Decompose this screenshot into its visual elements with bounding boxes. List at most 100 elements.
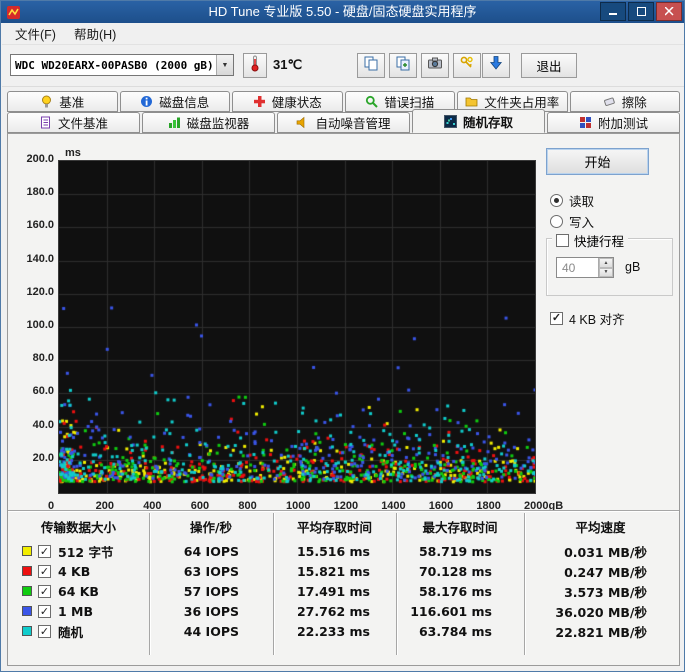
tab-label: 自动噪音管理 bbox=[315, 117, 391, 131]
y-axis-tick: 60.0 bbox=[32, 385, 54, 398]
series-color-swatch bbox=[22, 566, 32, 576]
app-icon bbox=[6, 5, 21, 20]
menu-bar: 文件(F) 帮助(H) bbox=[2, 21, 684, 46]
table-row: ✓ 随机 44 IOPS 22.233 ms 63.784 ms 22.821 MB/秒 bbox=[8, 621, 679, 641]
series-checkbox[interactable]: ✓ bbox=[38, 624, 51, 638]
iops-cell: 63 IOPS bbox=[183, 563, 239, 579]
short-stroke-checkbox[interactable]: 快捷行程 bbox=[552, 231, 629, 250]
series-label: 4 KB bbox=[58, 563, 91, 579]
update-button[interactable] bbox=[482, 53, 510, 78]
avg-access-cell: 27.762 ms bbox=[296, 603, 370, 619]
y-axis-tick: 180.0 bbox=[26, 186, 54, 199]
aam-icon bbox=[296, 116, 309, 129]
toolbar-buttons bbox=[357, 53, 481, 78]
y-axis-tick: 120.0 bbox=[26, 285, 54, 298]
short-stroke-group: 快捷行程 40 ▲ ▼ gB bbox=[546, 231, 673, 296]
tab-health[interactable]: 健康状态 bbox=[232, 91, 343, 112]
series-checkbox[interactable]: ✓ bbox=[38, 584, 51, 598]
max-access-cell: 58.176 ms bbox=[418, 583, 492, 599]
spinner-arrows[interactable]: ▲ ▼ bbox=[598, 258, 613, 277]
tab-file-benchmark[interactable]: 文件基准 bbox=[7, 112, 140, 133]
read-radio[interactable]: 读取 bbox=[550, 191, 594, 210]
y-axis-tick: 20.0 bbox=[32, 451, 54, 464]
4kb-align-checkbox[interactable]: ✓ 4 KB 对齐 bbox=[550, 309, 625, 328]
maximize-button[interactable] bbox=[628, 2, 654, 21]
write-radio[interactable]: 写入 bbox=[550, 212, 594, 231]
series-color-swatch bbox=[22, 546, 32, 556]
avg-speed-cell: 22.821 MB/秒 bbox=[555, 624, 647, 640]
series-cell: ✓ 512 字节 bbox=[8, 542, 149, 561]
series-cell: ✓ 4 KB bbox=[8, 564, 149, 579]
tab-erase[interactable]: 擦除 bbox=[569, 91, 680, 112]
tab-row-2: 文件基准 磁盘监视器 自动噪音管理 随机存取 附加测试 bbox=[7, 109, 680, 133]
short-stroke-size-input[interactable]: 40 ▲ ▼ bbox=[556, 257, 614, 278]
keys-icon bbox=[459, 55, 475, 76]
extra-tests-icon bbox=[579, 116, 592, 129]
health-icon bbox=[253, 95, 266, 108]
table-divider bbox=[8, 510, 679, 512]
series-label: 512 字节 bbox=[58, 544, 114, 560]
tab-row-1: 基准 磁盘信息 健康状态 错误扫描 文件夹占用率 擦除 bbox=[7, 91, 680, 112]
tab-label: 附加测试 bbox=[597, 117, 648, 131]
camera-icon bbox=[427, 55, 443, 76]
series-label: 随机 bbox=[58, 624, 84, 640]
tab-random-access[interactable]: 随机存取 bbox=[412, 109, 545, 133]
radio-icon bbox=[550, 215, 563, 228]
minimize-button[interactable] bbox=[600, 2, 626, 21]
tab-extra-tests[interactable]: 附加测试 bbox=[547, 112, 680, 133]
avg-speed-cell: 36.020 MB/秒 bbox=[555, 604, 647, 620]
copy-pages-icon bbox=[363, 55, 379, 76]
avg-access-cell: 17.491 ms bbox=[296, 583, 370, 599]
exit-button[interactable]: 退出 bbox=[521, 53, 577, 78]
error-scan-icon bbox=[365, 95, 378, 108]
hd-tune-window: HD Tune 专业版 5.50 - 硬盘/固态硬盘实用程序 文件(F) 帮助(… bbox=[0, 0, 685, 672]
table-row: ✓ 512 字节 64 IOPS 15.516 ms 58.719 ms 0.031 MB… bbox=[8, 541, 679, 561]
keys-button[interactable] bbox=[453, 53, 481, 78]
y-axis-tick: 100.0 bbox=[26, 319, 54, 331]
read-radio-label: 读取 bbox=[569, 195, 595, 209]
spin-down-icon: ▼ bbox=[599, 267, 613, 277]
random-access-page: ms 200.0 180.0 160.0 140.0 120.0 100.0 80.0 60.… bbox=[7, 133, 680, 666]
drive-select[interactable]: WDC WD20EARX-00PASB0 (2000 gB) ▼ bbox=[10, 54, 234, 76]
series-checkbox[interactable]: ✓ bbox=[38, 564, 51, 578]
camera-button[interactable] bbox=[421, 53, 449, 78]
drive-select-value: WDC WD20EARX-00PASB0 (2000 gB) bbox=[15, 58, 214, 72]
close-button[interactable] bbox=[656, 2, 682, 21]
avg-access-cell: 15.516 ms bbox=[296, 543, 370, 559]
chevron-down-icon[interactable]: ▼ bbox=[216, 55, 233, 75]
write-radio-label: 写入 bbox=[569, 216, 595, 230]
max-access-cell: 63.784 ms bbox=[418, 623, 492, 639]
titlebar[interactable]: HD Tune 专业版 5.50 - 硬盘/固态硬盘实用程序 bbox=[1, 1, 684, 23]
tab-label: 文件基准 bbox=[57, 117, 108, 131]
tab-disk-monitor[interactable]: 磁盘监视器 bbox=[142, 112, 275, 133]
copy-pages-button[interactable] bbox=[357, 53, 385, 78]
tab-benchmark[interactable]: 基准 bbox=[7, 91, 118, 112]
series-label: 64 KB bbox=[58, 583, 99, 599]
iops-cell: 64 IOPS bbox=[183, 543, 239, 559]
y-axis-tick: 40.0 bbox=[32, 418, 54, 431]
erase-icon bbox=[603, 95, 616, 108]
avg-speed-cell: 3.573 MB/秒 bbox=[564, 584, 647, 600]
series-cell: ✓ 64 KB bbox=[8, 584, 149, 599]
file-benchmark-icon bbox=[39, 116, 52, 129]
temperature-button[interactable] bbox=[243, 53, 267, 78]
tab-aam[interactable]: 自动噪音管理 bbox=[277, 112, 410, 133]
series-checkbox[interactable]: ✓ bbox=[38, 544, 51, 558]
checkbox-icon: ✓ bbox=[550, 312, 563, 325]
random-access-icon bbox=[443, 114, 457, 128]
copy-add-button[interactable] bbox=[389, 53, 417, 78]
menu-help[interactable]: 帮助(H) bbox=[65, 21, 125, 46]
tab-label: 磁盘信息 bbox=[159, 96, 210, 110]
series-checkbox[interactable]: ✓ bbox=[38, 604, 51, 618]
table-row: ✓ 1 MB 36 IOPS 27.762 ms 116.601 ms 36.020 MB… bbox=[8, 601, 679, 621]
radio-icon bbox=[550, 194, 563, 207]
table-row: ✓ 64 KB 57 IOPS 17.491 ms 58.176 ms 3.573 MB/… bbox=[8, 581, 679, 601]
tab-disk-info[interactable]: 磁盘信息 bbox=[119, 91, 230, 112]
tab-label: 磁盘监视器 bbox=[186, 117, 250, 131]
avg-speed-cell: 0.247 MB/秒 bbox=[564, 564, 647, 580]
max-access-cell: 58.719 ms bbox=[418, 543, 492, 559]
checkbox-icon bbox=[556, 234, 569, 247]
start-button[interactable]: 开始 bbox=[546, 148, 649, 175]
menu-file[interactable]: 文件(F) bbox=[6, 21, 65, 46]
table-header: 传输数据大小 操作/秒 平均存取时间 最大存取时间 平均速度 bbox=[8, 516, 679, 536]
